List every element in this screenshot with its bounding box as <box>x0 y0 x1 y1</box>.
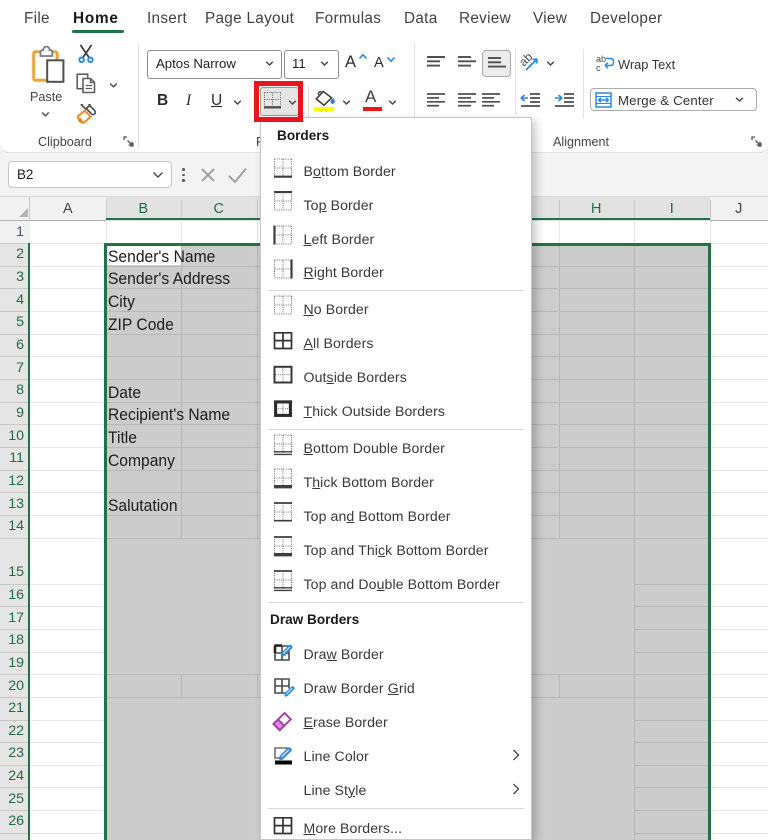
svg-text:ab: ab <box>520 52 536 69</box>
svg-text:c: c <box>596 63 601 73</box>
